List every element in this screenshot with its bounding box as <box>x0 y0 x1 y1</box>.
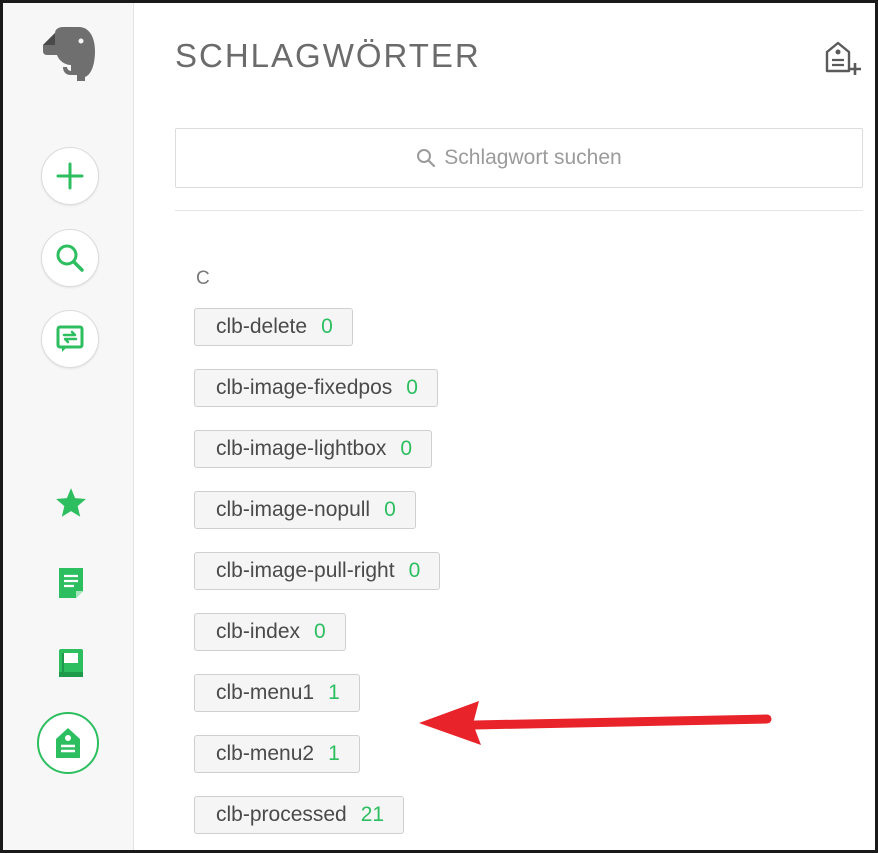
tag-count: 0 <box>406 376 418 399</box>
tag-item[interactable]: clb-image-fixedpos 0 <box>194 369 438 407</box>
notes-button[interactable] <box>51 563 91 603</box>
tag-count: 0 <box>408 559 421 582</box>
work-chat-button[interactable] <box>41 310 99 368</box>
new-note-button[interactable] <box>41 147 99 205</box>
divider <box>175 210 863 211</box>
tag-label: clb-image-fixedpos <box>216 376 393 399</box>
app-window: SCHLAGWÖRTER Schlagwort suchen C clb-del… <box>0 0 878 853</box>
shortcuts-star-icon <box>56 488 86 517</box>
notes-icon <box>59 568 83 598</box>
tag-count: 0 <box>384 498 396 521</box>
section-letter: C <box>196 268 210 289</box>
search-button[interactable] <box>41 229 99 287</box>
tag-item[interactable]: clb-menu2 1 <box>194 735 360 773</box>
tags-button[interactable] <box>37 712 99 774</box>
tag-count: 21 <box>360 803 385 826</box>
tag-label: clb-menu2 <box>216 742 315 765</box>
tag-count: 0 <box>321 315 333 338</box>
search-icon <box>417 149 436 168</box>
notebooks-icon <box>59 649 83 677</box>
notebooks-button[interactable] <box>51 644 91 684</box>
tag-count: 1 <box>328 742 340 765</box>
annotation-arrow <box>419 701 772 745</box>
search-icon <box>56 244 84 272</box>
shortcuts-button[interactable] <box>51 483 91 523</box>
tag-item[interactable]: clb-delete 0 <box>194 308 353 346</box>
page-title: SCHLAGWÖRTER <box>175 37 481 74</box>
tag-item[interactable]: clb-index 0 <box>194 613 346 651</box>
add-tag-icon[interactable] <box>823 39 863 79</box>
sidebar <box>3 3 134 850</box>
tag-label: clb-delete <box>216 315 308 338</box>
tag-label: clb-processed <box>216 803 347 826</box>
tag-label: clb-image-nopull <box>216 498 371 521</box>
tags-icon <box>56 728 80 758</box>
tag-label: clb-image-pull-right <box>216 559 395 582</box>
tag-count: 0 <box>400 437 413 460</box>
tag-count: 1 <box>328 681 340 704</box>
tag-search-input[interactable]: Schlagwort suchen <box>175 128 863 188</box>
tag-item[interactable]: clb-image-pull-right 0 <box>194 552 441 590</box>
tag-item[interactable]: clb-menu1 1 <box>194 674 360 712</box>
evernote-elephant-icon[interactable] <box>41 25 97 83</box>
tag-label: clb-menu1 <box>216 681 315 704</box>
tag-item[interactable]: clb-image-nopull 0 <box>194 491 416 529</box>
tag-item[interactable]: clb-processed 21 <box>194 796 405 834</box>
tag-label: clb-index <box>216 620 301 643</box>
search-placeholder: Schlagwort suchen <box>444 146 622 169</box>
new-note-icon <box>56 162 84 190</box>
tag-count: 0 <box>314 620 326 643</box>
tag-item[interactable]: clb-image-lightbox 0 <box>194 430 433 468</box>
work-chat-icon <box>56 325 84 352</box>
main-panel: SCHLAGWÖRTER Schlagwort suchen C clb-del… <box>134 3 875 850</box>
tag-label: clb-image-lightbox <box>216 437 387 460</box>
